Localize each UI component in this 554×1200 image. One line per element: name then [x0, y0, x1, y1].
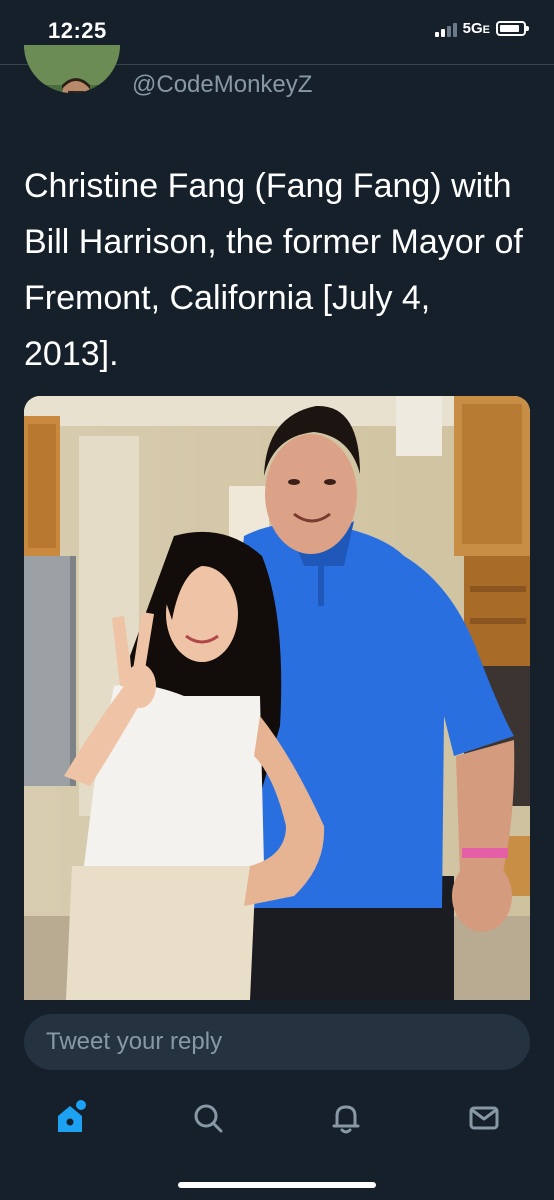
battery-icon — [496, 21, 529, 36]
status-indicators: 5GE — [434, 20, 529, 37]
tweet-text: Christine Fang (Fang Fang) with Bill Har… — [24, 167, 523, 373]
messages-icon — [464, 1098, 504, 1143]
search-icon — [188, 1098, 228, 1143]
tweet-photo[interactable] — [24, 396, 530, 1000]
home-icon — [50, 1098, 90, 1143]
tab-home[interactable] — [46, 1096, 94, 1144]
signal-strength-icon — [434, 21, 457, 37]
reply-input[interactable] — [44, 1027, 510, 1057]
status-time: 12:25 — [48, 18, 107, 43]
tab-notifications[interactable] — [322, 1096, 370, 1144]
reply-field[interactable] — [24, 1014, 530, 1070]
network-type: 5GE — [462, 20, 490, 37]
notifications-icon — [326, 1098, 366, 1143]
avatar[interactable] — [24, 45, 120, 93]
author-handle[interactable]: @CodeMonkeyZ — [132, 71, 312, 99]
bottom-tab-bar — [0, 1088, 554, 1150]
home-indicator[interactable] — [178, 1182, 376, 1188]
tab-search[interactable] — [184, 1096, 232, 1144]
tab-messages[interactable] — [460, 1096, 508, 1144]
